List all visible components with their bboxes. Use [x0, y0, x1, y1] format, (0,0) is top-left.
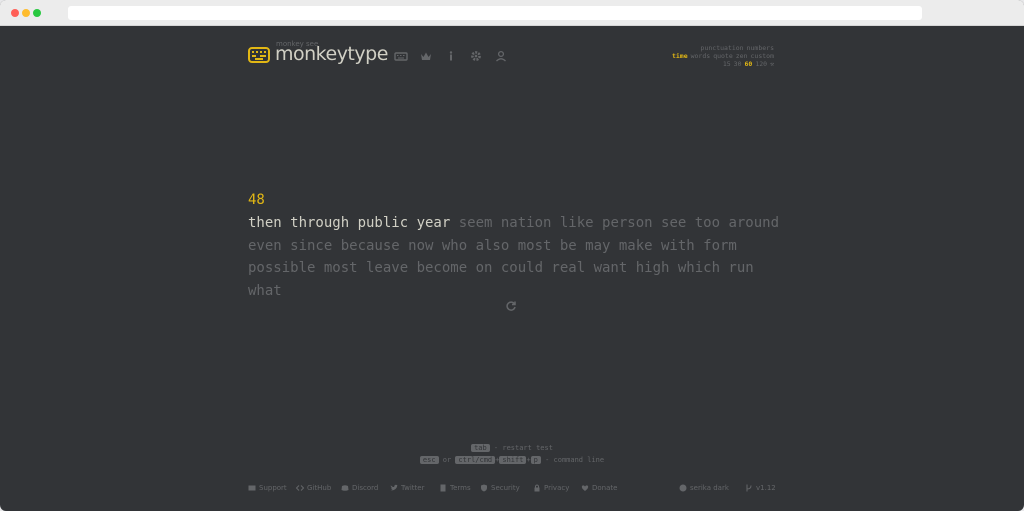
config-time-15[interactable]: 15	[723, 60, 731, 68]
config-punctuation[interactable]: punctuation	[701, 44, 744, 52]
gear-icon[interactable]	[469, 48, 483, 62]
config-mode-time[interactable]: time	[672, 52, 688, 60]
tab-key: tab	[471, 444, 490, 452]
footer-support-link[interactable]: Support	[248, 484, 287, 492]
tools-icon[interactable]: ⚒	[770, 60, 774, 68]
keyboard-icon[interactable]	[394, 48, 408, 62]
footer-twitter-link[interactable]: Twitter	[390, 484, 424, 492]
time-counter: 48	[248, 192, 265, 208]
footer-security-link[interactable]: Security	[480, 484, 520, 492]
browser-window: monkey see monkeytype punctuation numbers…	[0, 0, 1024, 511]
words-line-1: then through public year seem nation lik…	[248, 212, 788, 235]
footer-discord-link[interactable]: Discord	[341, 484, 378, 492]
typed-words: then through public year	[248, 215, 451, 231]
config-mode-custom[interactable]: custom	[751, 52, 774, 60]
shield-icon	[480, 484, 488, 492]
footer-version-button[interactable]: v1.12	[745, 484, 776, 492]
code-icon	[295, 484, 305, 492]
restart-icon[interactable]	[505, 297, 517, 311]
footer-donate-link[interactable]: Donate	[581, 484, 617, 492]
crown-icon[interactable]	[419, 48, 433, 62]
footer-github-link[interactable]: GitHub	[295, 484, 331, 492]
config-row-modifiers: punctuation numbers	[669, 44, 774, 52]
discord-icon	[341, 484, 349, 492]
config-time-60[interactable]: 60	[745, 60, 753, 68]
words-area[interactable]: then through public year seem nation lik…	[248, 212, 788, 302]
words-line-3: possible most leave become on could real…	[248, 260, 754, 299]
test-config: punctuation numbers time words quote zen cust…	[669, 44, 774, 68]
address-bar[interactable]	[68, 6, 922, 20]
footer-theme-button[interactable]: serika dark	[679, 484, 729, 492]
donate-icon	[581, 484, 589, 492]
browser-chrome	[0, 0, 1024, 26]
footer-privacy-link[interactable]: Privacy	[533, 484, 569, 492]
upcoming-words: seem nation like person see too around	[450, 215, 780, 231]
esc-key: esc	[419, 456, 439, 464]
file-icon	[439, 484, 447, 492]
envelope-icon	[248, 484, 256, 492]
palette-icon	[679, 484, 687, 492]
code-branch-icon	[745, 484, 753, 492]
user-icon[interactable]	[494, 48, 508, 62]
config-mode-words[interactable]: words	[691, 52, 711, 60]
monkeytype-logo-icon[interactable]	[248, 47, 270, 63]
footer-terms-link[interactable]: Terms	[439, 484, 471, 492]
close-window-button[interactable]	[11, 9, 19, 17]
restart-hint: tab - restart test	[0, 444, 1024, 452]
config-row-durations: 15 30 60 120 ⚒	[669, 60, 774, 68]
ctrl-cmd-key: ctrl/cmd	[455, 456, 496, 464]
maximize-window-button[interactable]	[33, 9, 41, 17]
config-numbers[interactable]: numbers	[747, 44, 774, 52]
words-line-2: even since because now who also most be …	[248, 237, 737, 254]
p-key: p	[530, 456, 541, 464]
minimize-window-button[interactable]	[22, 9, 30, 17]
config-row-modes: time words quote zen custom	[669, 52, 774, 60]
config-mode-quote[interactable]: quote	[713, 52, 733, 60]
info-icon[interactable]	[444, 48, 458, 62]
twitter-icon	[390, 484, 398, 492]
lock-icon	[533, 484, 541, 492]
config-mode-zen[interactable]: zen	[736, 52, 748, 60]
config-time-30[interactable]: 30	[734, 60, 742, 68]
command-line-hint: esc or ctrl/cmd + shift + p - command line	[0, 456, 1024, 464]
logo-text[interactable]: monkeytype	[275, 43, 388, 65]
config-time-120[interactable]: 120	[755, 60, 767, 68]
shift-key: shift	[499, 456, 527, 464]
